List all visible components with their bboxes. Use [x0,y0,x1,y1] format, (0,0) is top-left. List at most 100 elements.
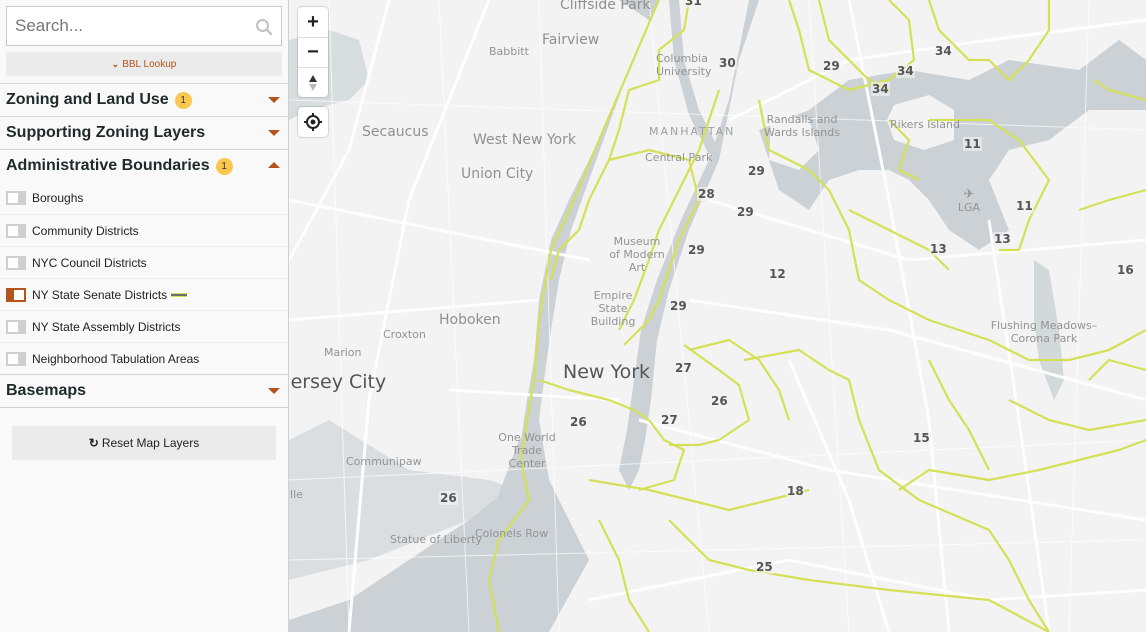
district-number: 11 [1015,199,1034,213]
district-number: 15 [912,431,931,445]
reset-map-layers-button[interactable]: ↻ Reset Map Layers [12,426,276,460]
district-number: 29 [687,243,706,257]
district-number: 34 [896,64,915,78]
layer-item-boroughs[interactable]: Boroughs [0,182,288,214]
place-label: Croxton [383,328,426,341]
layer-item-ny-state-senate-districts[interactable]: NY State Senate Districts [0,278,288,310]
place-label: Fairview [542,32,600,48]
place-label: Secaucus [362,124,429,140]
geolocate-button[interactable] [298,107,328,137]
place-label: Cliffside Park [560,0,651,13]
caret-down-icon [268,130,280,136]
district-number: 16 [1116,263,1135,277]
section-basemaps: Basemaps [0,374,288,407]
undo-icon: ↻ [88,436,99,450]
section-title: Supporting Zoning Layers [6,124,206,141]
layer-item-ny-state-assembly-districts[interactable]: NY State Assembly Districts [0,310,288,342]
layer-label: Community Districts [32,223,139,238]
district-number: 34 [871,82,890,96]
district-number: 13 [993,232,1012,246]
place-label: One World Trade Center [498,431,556,470]
place-label: ille [289,488,303,501]
place-label-new-york: New York [563,361,651,383]
place-label: Empire State Building [590,289,636,328]
layer-toggle[interactable] [6,319,26,334]
place-label: Randalls and Wards Islands [764,113,840,139]
place-label: Union City [461,166,534,182]
layer-item-neighborhood-tabulation-areas[interactable]: Neighborhood Tabulation Areas [0,342,288,374]
airport-name: LGA [957,201,981,214]
layer-label: Neighborhood Tabulation Areas [32,351,200,366]
district-number: 26 [569,415,588,429]
layer-label: NY State Senate Districts [32,287,168,302]
layer-toggle[interactable] [6,191,26,205]
layer-label: Boroughs [32,191,84,205]
district-number: 30 [718,56,737,70]
layer-item-nyc-council-districts[interactable]: NYC Council Districts [0,246,288,278]
layer-toggle[interactable] [6,255,26,270]
place-label: Central Park [645,151,713,164]
district-number: 28 [697,187,716,201]
legend-line-swatch [171,292,188,297]
layer-toggle[interactable] [6,287,26,302]
place-label: Colonels Row [475,527,549,540]
section-header-zoning-land-use[interactable]: Zoning and Land Use 1 [0,84,288,116]
section-title: Basemaps [6,382,87,399]
search-box [6,6,282,46]
place-label: Columbia University [656,52,712,78]
layer-label: NYC Council Districts [32,255,147,270]
airplane-icon: ✈ [963,187,975,202]
section-title: Zoning and Land Use [6,91,169,108]
compass-reset-button[interactable] [298,67,328,97]
search-container [0,0,288,46]
section-header-basemaps[interactable]: Basemaps [0,375,288,407]
caret-up-icon [268,162,280,168]
compass-icon [309,74,317,91]
active-count-badge: 1 [215,157,233,175]
reset-container: ↻ Reset Map Layers [0,407,288,478]
place-label: Babbitt [489,45,529,58]
place-label: Statue of Liberty [390,533,482,546]
layer-item-community-districts[interactable]: Community Districts [0,214,288,246]
section-header-supporting-zoning-layers[interactable]: Supporting Zoning Layers [0,117,288,149]
caret-down-icon [268,97,280,103]
place-label: Flushing Meadows–Corona Park [990,319,1098,345]
app-root: ⌄ BBL Lookup Zoning and Land Use 1 Suppo… [0,0,1146,632]
search-icon[interactable] [255,18,273,36]
district-number: 29 [736,205,755,219]
place-label: Communipaw [346,455,422,468]
search-input[interactable] [7,7,281,45]
place-label: Hoboken [439,312,501,328]
chevron-down-icon: ⌄ [111,58,120,69]
place-label-manhattan: MANHATTAN [649,125,736,138]
district-number: 26 [710,394,729,408]
reset-label: Reset Map Layers [101,436,200,450]
district-number: 29 [669,299,688,313]
section-title: Administrative Boundaries [6,157,210,174]
bbl-lookup-label: BBL Lookup [122,58,177,70]
map-canvas[interactable]: Cliffside Park Fairview Babbitt Secaucus… [289,0,1146,632]
section-zoning-land-use: Zoning and Land Use 1 [0,83,288,116]
zoom-in-button[interactable]: + [298,7,328,37]
place-label: Jersey City [289,371,387,393]
place-label: West New York [473,132,576,148]
layer-toggle[interactable] [6,223,26,238]
section-header-administrative-boundaries[interactable]: Administrative Boundaries 1 [0,150,288,182]
zoom-controls: + − [298,7,328,97]
layer-toggle[interactable] [6,351,26,366]
place-label: Marion [324,346,362,359]
airport-label: ✈ LGA [956,188,982,214]
district-number: 13 [929,242,948,256]
district-number: 29 [747,164,766,178]
geolocate-icon [304,113,322,131]
section-administrative-boundaries: Administrative Boundaries 1 Boroughs Com… [0,149,288,374]
layer-label: NY State Assembly Districts [32,319,181,334]
district-number: 25 [755,560,774,574]
zoom-out-button[interactable]: − [298,37,328,67]
bbl-lookup-button[interactable]: ⌄ BBL Lookup [6,52,282,76]
district-number: 18 [786,484,805,498]
district-number: 27 [660,413,679,427]
district-number: 11 [963,137,982,151]
admin-layer-list: Boroughs Community Districts NYC Council… [0,182,288,374]
place-label: Rikers Island [890,118,960,131]
